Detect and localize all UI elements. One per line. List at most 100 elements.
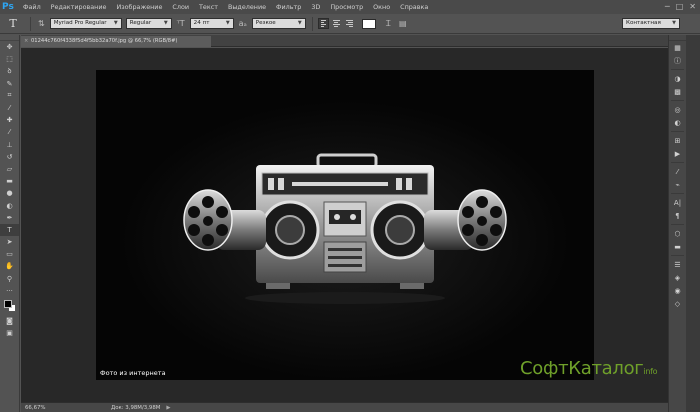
history-icon[interactable]: ⊞ bbox=[669, 134, 686, 147]
align-left-button[interactable] bbox=[317, 18, 329, 29]
text-tool-preset-icon[interactable]: T bbox=[0, 17, 26, 30]
boombox-image bbox=[96, 70, 594, 380]
zoom-tool-icon[interactable]: ⚲ bbox=[0, 273, 19, 285]
hand-tool-icon[interactable]: ✋ bbox=[0, 260, 19, 272]
workspace-select[interactable]: Контактная ▼ bbox=[622, 18, 680, 29]
font-style-value: Regular bbox=[129, 20, 152, 26]
menu-layers[interactable]: Слои bbox=[167, 3, 194, 11]
menu-edit[interactable]: Редактирование bbox=[46, 3, 112, 11]
menu-image[interactable]: Изображение bbox=[111, 3, 167, 11]
document-image[interactable]: Фото из интернета bbox=[96, 70, 594, 380]
chevron-down-icon: ▼ bbox=[163, 20, 168, 26]
workspace-value: Контактная bbox=[626, 20, 661, 26]
pen-tool-icon[interactable]: ✒ bbox=[0, 212, 19, 224]
font-size-icon: ᵀT bbox=[176, 19, 185, 28]
history-brush-tool-icon[interactable]: ↺ bbox=[0, 151, 19, 163]
healing-brush-tool-icon[interactable]: ✚ bbox=[0, 114, 19, 126]
quick-mask-icon[interactable]: ◙ bbox=[0, 315, 19, 327]
document-tab-bar: × 01244c760f4338f5d4f5bb32a70f.jpg @ 66,… bbox=[21, 35, 668, 47]
foreground-color[interactable] bbox=[4, 299, 12, 308]
document-info: Док: 3,98M/3,98M bbox=[111, 404, 161, 411]
canvas-area[interactable]: Фото из интернета bbox=[21, 48, 668, 402]
text-color-swatch[interactable] bbox=[361, 18, 376, 29]
timeline-icon[interactable]: ▬ bbox=[669, 240, 686, 253]
menu-text[interactable]: Текст bbox=[194, 3, 223, 11]
chevron-down-icon: ▼ bbox=[225, 20, 230, 26]
screen-mode-icon[interactable]: ▣ bbox=[0, 327, 19, 339]
font-size-value: 24 пт bbox=[193, 20, 210, 26]
status-menu-icon[interactable]: ▶ bbox=[166, 405, 170, 411]
text-orientation-icon[interactable]: ⇅ bbox=[38, 19, 45, 28]
document-tab[interactable]: × 01244c760f4338f5d4f5bb32a70f.jpg @ 66,… bbox=[21, 36, 211, 47]
adjustments-icon[interactable]: ◎ bbox=[669, 103, 686, 116]
swatches-icon[interactable]: ▩ bbox=[669, 85, 686, 98]
gradient-tool-icon[interactable]: ▬ bbox=[0, 175, 19, 187]
layers-icon[interactable]: ◈ bbox=[669, 271, 686, 284]
type-tool-icon[interactable]: T bbox=[0, 223, 19, 236]
menu-file[interactable]: Файл bbox=[18, 3, 46, 11]
menu-window[interactable]: Окно bbox=[368, 3, 395, 11]
font-size-select[interactable]: 24 пт ▼ bbox=[189, 18, 234, 29]
font-family-select[interactable]: Myriad Pro Regular ▼ bbox=[49, 18, 122, 29]
crop-tool-icon[interactable]: ⌗ bbox=[0, 90, 19, 102]
brush-panel-icon[interactable]: ⌁ bbox=[669, 178, 686, 191]
brush-presets-icon[interactable]: ⁄ bbox=[669, 165, 686, 178]
tools-panel: ✥ ⬚ ꝺ ✎ ⌗ ⁄ ✚ ⁄ ⊥ ↺ ▱ ▬ ● ◐ ✒ T ➤ ▭ ✋ ⚲ … bbox=[0, 35, 20, 412]
character-icon[interactable]: A| bbox=[669, 196, 686, 209]
actions-icon[interactable]: ▶ bbox=[669, 147, 686, 160]
document-tab-title: 01244c760f4338f5d4f5bb32a70f.jpg @ 66,7%… bbox=[31, 38, 178, 44]
antialias-select[interactable]: Резкое ▼ bbox=[251, 18, 306, 29]
menu-view[interactable]: Просмотр bbox=[325, 3, 368, 11]
align-right-button[interactable] bbox=[344, 18, 355, 29]
watermark-sub: info bbox=[643, 367, 658, 376]
navigator-icon[interactable]: ▦ bbox=[669, 41, 686, 54]
eyedropper-tool-icon[interactable]: ⁄ bbox=[0, 102, 19, 114]
rectangle-tool-icon[interactable]: ▭ bbox=[0, 248, 19, 260]
chevron-down-icon: ▼ bbox=[113, 20, 118, 26]
quick-select-tool-icon[interactable]: ✎ bbox=[0, 78, 19, 90]
paths-icon[interactable]: ◇ bbox=[669, 297, 686, 310]
right-edge-strip bbox=[686, 35, 700, 412]
dodge-tool-icon[interactable]: ◐ bbox=[0, 199, 19, 211]
move-tool-icon[interactable]: ✥ bbox=[0, 41, 19, 53]
character-panel-icon[interactable]: ▤ bbox=[399, 19, 407, 28]
brush-tool-icon[interactable]: ⁄ bbox=[0, 126, 19, 138]
photoshop-window: Ps Файл Редактирование Изображение Слои … bbox=[0, 0, 700, 412]
lasso-tool-icon[interactable]: ꝺ bbox=[0, 65, 19, 77]
info-icon[interactable]: ⓘ bbox=[669, 54, 686, 67]
color-panel-icon[interactable]: ◑ bbox=[669, 72, 686, 85]
warp-text-icon[interactable]: Ꮖ bbox=[386, 19, 391, 29]
menu-select[interactable]: Выделение bbox=[223, 3, 271, 11]
maximize-icon[interactable]: □ bbox=[676, 2, 684, 11]
path-select-tool-icon[interactable]: ➤ bbox=[0, 236, 19, 248]
antialias-icon: aₐ bbox=[238, 19, 247, 28]
font-style-select[interactable]: Regular ▼ bbox=[125, 18, 172, 29]
image-caption: Фото из интернета bbox=[100, 369, 166, 377]
properties-icon[interactable]: ☰ bbox=[669, 258, 686, 271]
more-tools-icon[interactable]: ··· bbox=[0, 285, 19, 297]
styles-icon[interactable]: ◐ bbox=[669, 116, 686, 129]
divider bbox=[311, 16, 313, 31]
close-tab-icon[interactable]: × bbox=[24, 36, 28, 47]
marquee-tool-icon[interactable]: ⬚ bbox=[0, 53, 19, 65]
chevron-down-icon: ▼ bbox=[297, 20, 302, 26]
align-center-button[interactable] bbox=[331, 18, 342, 29]
channels-icon[interactable]: ◉ bbox=[669, 284, 686, 297]
options-bar: T ⇅ Myriad Pro Regular ▼ Regular ▼ ᵀT 24… bbox=[0, 14, 700, 34]
window-controls: ─ □ ✕ bbox=[665, 2, 696, 11]
menu-help[interactable]: Справка bbox=[395, 3, 433, 11]
minimize-icon[interactable]: ─ bbox=[665, 2, 670, 11]
divider bbox=[30, 16, 31, 31]
zoom-level[interactable]: 66,67% bbox=[21, 405, 51, 411]
color-swatches bbox=[0, 297, 19, 315]
antialias-value: Резкое bbox=[255, 20, 276, 26]
menu-filter[interactable]: Фильтр bbox=[271, 3, 306, 11]
close-icon[interactable]: ✕ bbox=[689, 2, 696, 11]
3d-icon[interactable]: ⬡ bbox=[669, 227, 686, 240]
paragraph-icon[interactable]: ¶ bbox=[669, 209, 686, 222]
right-panel-dock: ▦ ⓘ ◑ ▩ ◎ ◐ ⊞ ▶ ⁄ ⌁ A| ¶ ⬡ ▬ ☰ ◈ ◉ ◇ bbox=[668, 35, 686, 412]
eraser-tool-icon[interactable]: ▱ bbox=[0, 163, 19, 175]
menu-3d[interactable]: 3D bbox=[306, 3, 325, 11]
clone-stamp-tool-icon[interactable]: ⊥ bbox=[0, 139, 19, 151]
blur-tool-icon[interactable]: ● bbox=[0, 187, 19, 199]
